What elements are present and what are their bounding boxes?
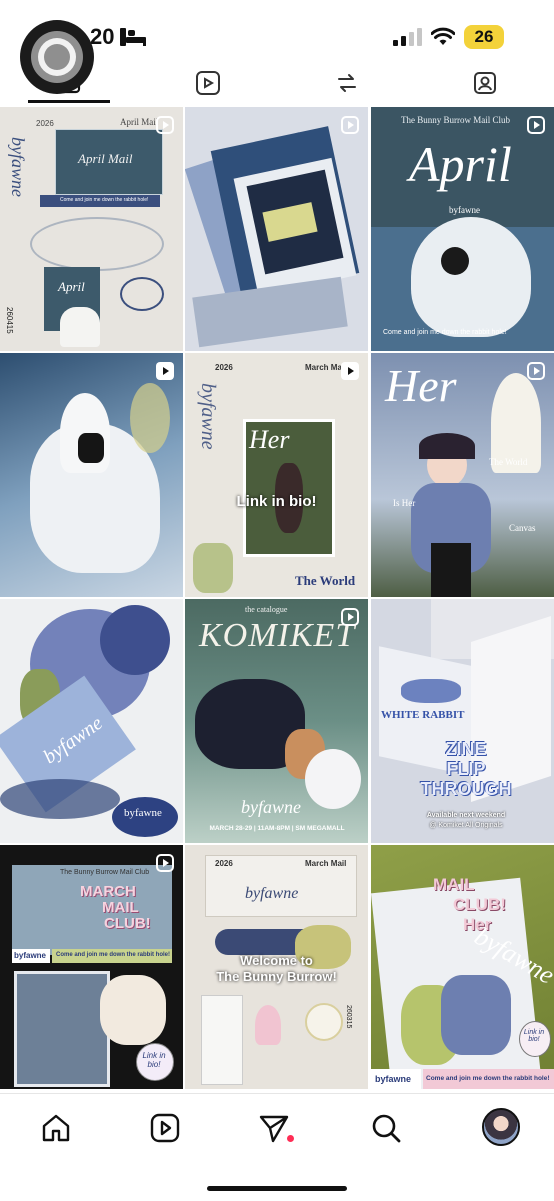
screen-record-button[interactable] <box>20 20 94 94</box>
post-text: THROUGH <box>420 779 512 799</box>
post-text: byfawne <box>241 797 301 817</box>
post-text: April Mail <box>120 117 159 127</box>
reel-badge-icon <box>341 362 359 380</box>
bottom-navigation <box>0 1093 554 1201</box>
post-text: The Bunny Burrow! <box>216 969 337 984</box>
post-text: the catalogue <box>245 605 288 614</box>
home-button[interactable] <box>36 1108 76 1148</box>
post-tile[interactable]: 2026 March Mail byfawne Her Link in bio!… <box>185 353 368 597</box>
post-text: MAIL <box>433 875 475 894</box>
post-text: Link in bio! <box>142 1051 166 1069</box>
messages-button[interactable] <box>254 1108 294 1148</box>
home-icon <box>42 1114 70 1142</box>
post-text: FLIP <box>446 759 486 779</box>
post-text: The Bunny Burrow Mail Club <box>60 869 150 876</box>
post-text: byfawne <box>375 1074 412 1084</box>
post-text: 2026 <box>215 363 233 372</box>
post-text: MARCH <box>80 883 136 900</box>
status-time: 20 <box>90 24 115 49</box>
post-text: byfawne <box>449 205 480 215</box>
post-text: The World <box>295 573 356 588</box>
post-tile[interactable]: The Bunny Burrow Mail Club April byfawne… <box>371 107 554 351</box>
post-text: 260415 <box>5 307 14 334</box>
post-text: Her <box>249 425 290 454</box>
post-text: byfawne <box>8 137 28 197</box>
post-text: 260315 <box>345 1005 352 1029</box>
reel-badge-icon <box>341 608 359 626</box>
post-text: KOMIKET <box>199 617 356 654</box>
active-tab-indicator <box>28 100 110 103</box>
post-text: 2026 <box>215 859 233 868</box>
post-text: byfawne <box>245 885 299 902</box>
post-tile[interactable]: The Bunny Burrow Mail Club MARCH MAIL CL… <box>0 845 183 1089</box>
post-text: Canvas <box>509 523 536 533</box>
reels-tab[interactable] <box>138 62 276 102</box>
post-tile[interactable]: Her The World Is Her Canvas <box>371 353 554 597</box>
post-text: Link in bio! <box>523 1029 545 1043</box>
profile-avatar[interactable] <box>482 1108 520 1146</box>
search-icon <box>372 1114 401 1143</box>
post-tile[interactable]: 2026 March Mail byfawne Welcome to The B… <box>185 845 368 1089</box>
reel-badge-icon <box>156 854 174 872</box>
post-text: @ Komiket All Originals <box>429 822 503 829</box>
post-text: March Mail <box>305 859 347 868</box>
post-text: Available next weekend <box>426 812 506 819</box>
post-text: byfawne <box>197 383 219 450</box>
post-text: The Bunny Burrow Mail Club <box>401 115 510 125</box>
search-button[interactable] <box>366 1108 406 1148</box>
reels-icon <box>150 1113 180 1143</box>
post-text: April <box>58 279 85 294</box>
cellular-signal-icon <box>393 28 423 46</box>
post-tile[interactable]: MAIL CLUB! Her byfawne Link in bio! byfa… <box>371 845 554 1089</box>
post-text: Come and join me down the rabbit hole! <box>60 197 149 203</box>
post-text: Is Her <box>393 498 416 508</box>
post-text: Welcome to <box>240 953 313 968</box>
post-text: MAIL <box>102 899 139 916</box>
post-tile[interactable]: WHITE RABBIT ZINE FLIP THROUGH Available… <box>371 599 554 843</box>
sleep-focus-icon <box>120 28 146 46</box>
reels-button[interactable] <box>145 1108 185 1148</box>
wifi-icon <box>431 27 455 45</box>
send-icon <box>259 1115 289 1143</box>
post-text: byfawne <box>124 807 162 819</box>
reel-badge-icon <box>527 116 545 134</box>
reel-badge-icon <box>156 116 174 134</box>
battery-indicator: 26 <box>464 25 504 49</box>
reposts-tab[interactable] <box>277 62 415 102</box>
reel-badge-icon <box>341 116 359 134</box>
post-text: April <box>409 136 512 192</box>
reels-icon <box>196 71 220 95</box>
post-tile[interactable] <box>0 353 183 597</box>
repost-icon <box>338 74 356 92</box>
post-text: 2026 <box>36 119 54 128</box>
post-text: ZINE <box>445 739 487 759</box>
post-tile[interactable]: 2026 April Mail April Mail byfawne Come … <box>0 107 183 351</box>
reel-badge-icon <box>527 362 545 380</box>
post-text: CLUB! <box>453 895 506 914</box>
post-tile[interactable] <box>185 107 368 351</box>
post-text: Come and join me down the rabbit hole! <box>56 952 171 958</box>
post-tile[interactable]: the catalogue KOMIKET byfawne MARCH 28-2… <box>185 599 368 843</box>
post-text: MARCH 28-29 | 11AM-8PM | SM MEGAMALL <box>209 825 345 832</box>
tagged-icon <box>474 72 496 94</box>
post-tile[interactable]: byfawne byfawne <box>0 599 183 843</box>
post-text: April Mail <box>78 151 133 166</box>
post-text: The World <box>489 457 528 467</box>
post-text: Come and join me down the rabbit hole! <box>383 329 507 336</box>
post-text: Come and join me down the rabbit hole! <box>426 1075 550 1082</box>
post-text: WHITE RABBIT <box>381 709 465 721</box>
post-text: byfawne <box>14 951 47 960</box>
notification-dot <box>287 1135 294 1142</box>
reel-badge-icon <box>156 362 174 380</box>
post-text: Her <box>385 360 457 411</box>
post-text: CLUB! <box>104 915 151 932</box>
tagged-tab[interactable] <box>415 62 553 102</box>
post-text: Link in bio! <box>236 493 317 510</box>
home-indicator <box>207 1186 347 1191</box>
